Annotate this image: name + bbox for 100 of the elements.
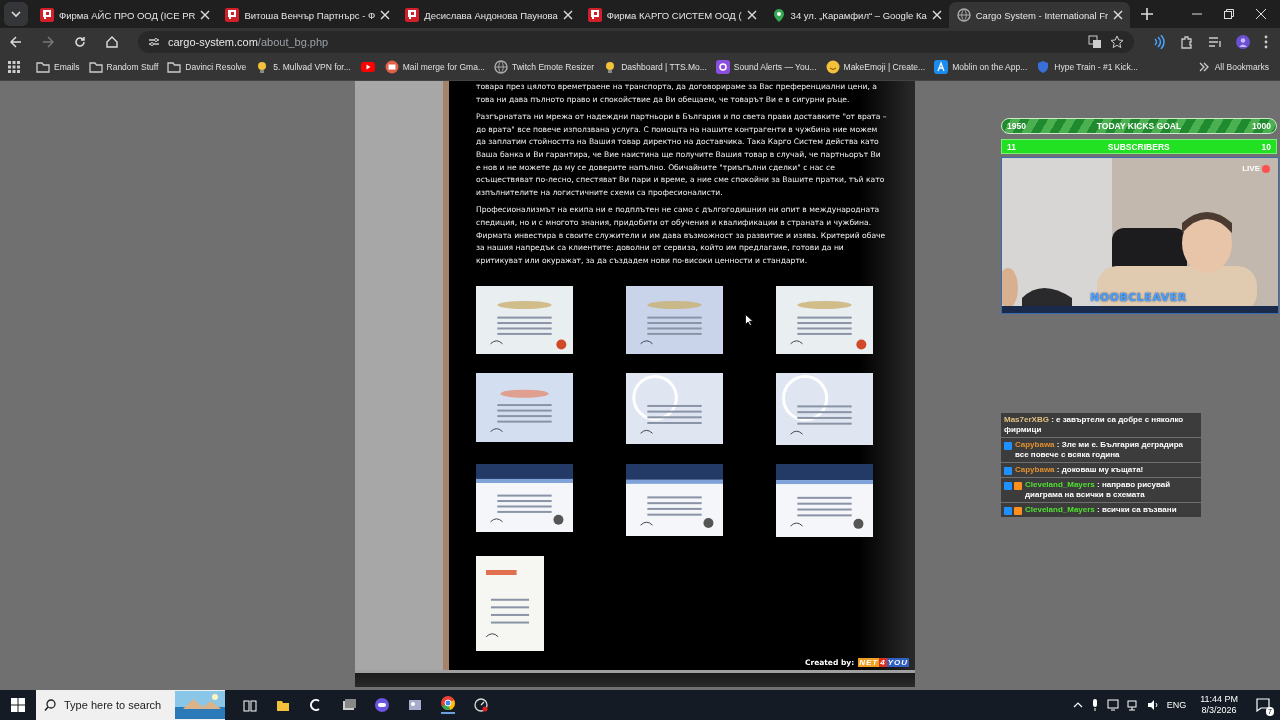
username[interactable]: Capybawa <box>1015 465 1055 474</box>
url-text: cargo-system.com/about_bg.php <box>168 36 329 48</box>
browser-tab[interactable]: Витоша Венчър Партнърс - Ф <box>217 2 398 28</box>
p-logo-icon <box>405 8 420 22</box>
browser-tab[interactable]: Фирма КАРГО СИСТЕМ ООД ( <box>579 2 764 28</box>
bookmark[interactable]: Emails <box>33 58 83 76</box>
chat-message: Capybawa : Зле ми е. България деградира все повече с всяка година <box>1015 440 1184 460</box>
site-info-icon <box>148 36 160 48</box>
bookmark[interactable]: Mail merge for Gma... <box>381 58 488 76</box>
goal-count: 1950 <box>1007 121 1026 131</box>
record-dot-icon <box>1262 164 1270 173</box>
logo-part[interactable]: 4 <box>879 658 887 667</box>
clock-date[interactable]: 8/3/2026 <box>1201 705 1237 716</box>
bookmark[interactable]: Twitch Emote Resizer <box>490 58 598 76</box>
tab-title: Витоша Венчър Партнърс - Ф <box>244 9 376 21</box>
bookmark[interactable]: Dashboard | TTS.Mo... <box>600 58 710 76</box>
close-icon[interactable] <box>200 10 211 20</box>
browser-tab[interactable]: 34 ул. „Карамфил“ – Google Ка <box>763 2 949 28</box>
username[interactable]: Cleveland_Mayers <box>1025 505 1095 514</box>
bookmark[interactable]: 5. Mullvad VPN for... <box>252 58 354 76</box>
language-indicator[interactable]: ENG <box>1166 700 1187 710</box>
address-bar[interactable]: cargo-system.com/about_bg.php <box>138 31 1134 53</box>
windows-start-icon[interactable] <box>11 698 25 712</box>
username[interactable]: Capybawa <box>1015 440 1055 449</box>
folder-icon[interactable] <box>276 698 290 712</box>
goal-title: SUBSCRIBERS <box>1106 141 1171 152</box>
goal-count: 10 <box>1261 141 1271 152</box>
p-logo-icon <box>225 8 240 22</box>
reload-icon[interactable] <box>74 36 86 48</box>
speedometer-icon[interactable] <box>474 698 488 712</box>
window-stack-icon[interactable] <box>342 698 356 712</box>
globe-icon <box>493 60 508 74</box>
chrome-icon[interactable] <box>441 696 455 714</box>
mail-icon <box>384 60 399 74</box>
more-icon[interactable] <box>1264 35 1268 49</box>
notification-icon[interactable] <box>1256 698 1270 712</box>
browser-tab[interactable]: Cargo System - International Fr <box>948 2 1131 28</box>
bookmark[interactable]: Sound Alerts — You... <box>712 58 820 76</box>
star-icon[interactable] <box>1110 35 1124 49</box>
bookmark[interactable]: Hype Train - #1 Kick... <box>1033 58 1141 76</box>
tab-title: Cargo System - International Fr <box>975 9 1109 21</box>
volume-icon[interactable] <box>1146 699 1159 711</box>
close-icon[interactable] <box>380 10 391 20</box>
search-icon <box>44 699 56 711</box>
play-icon[interactable] <box>360 60 375 74</box>
audio-icon[interactable] <box>1152 35 1166 49</box>
profile-avatar-icon[interactable] <box>1236 35 1250 49</box>
shield-icon <box>1036 60 1051 74</box>
logo-part[interactable]: YOU <box>886 658 909 667</box>
username[interactable]: Mas7erXBG <box>1004 415 1049 424</box>
translate-icon[interactable] <box>1088 35 1102 49</box>
tab-title: Фирма КАРГО СИСТЕМ ООД ( <box>606 9 742 21</box>
live-label: LIVE <box>1242 164 1260 173</box>
goal-count: 1000 <box>1252 121 1271 131</box>
close-icon[interactable] <box>1256 9 1266 19</box>
task-view-icon[interactable] <box>243 698 257 712</box>
chat-message: Mas7erXBG : е завъртели са добре с няколко фирмици <box>1004 415 1185 435</box>
extensions-icon[interactable] <box>1180 35 1194 49</box>
browser-tab[interactable]: Фирма АЙС ПРО ООД (ICE PR <box>32 2 218 28</box>
goal-count: 11 <box>1007 141 1016 152</box>
chevron-up-icon[interactable] <box>1072 700 1083 710</box>
back-icon[interactable] <box>10 36 22 48</box>
bookmark[interactable]: All Bookmarks <box>1211 60 1272 74</box>
clock-time[interactable]: 11:44 PM <box>1200 694 1238 705</box>
mouse-pointer-icon <box>745 314 753 326</box>
bookmark[interactable]: Davinci Resolve <box>164 58 250 76</box>
folder-icon <box>36 60 50 74</box>
badge-icon <box>1004 442 1012 450</box>
close-icon[interactable] <box>562 10 573 20</box>
microphone-icon[interactable] <box>1090 699 1099 711</box>
chevron-icon[interactable] <box>1198 62 1209 72</box>
search-field[interactable]: Type here to search <box>36 690 225 720</box>
bookmark[interactable]: MakeEmoji | Create... <box>822 58 929 76</box>
home-icon[interactable] <box>106 36 118 48</box>
goal-title: TODAY KICKS GOAL <box>1095 121 1183 131</box>
image-viewer-icon[interactable] <box>408 698 422 712</box>
close-icon[interactable] <box>1113 10 1124 20</box>
close-icon[interactable] <box>931 10 942 20</box>
apps-grid-icon[interactable] <box>8 61 20 73</box>
close-icon[interactable] <box>746 10 757 20</box>
media-icon[interactable] <box>1208 35 1222 49</box>
tab-title: 34 ул. „Карамфил“ – Google Ка <box>790 9 927 21</box>
new-tab-icon[interactable] <box>1140 7 1155 21</box>
network-icon[interactable] <box>1126 699 1139 711</box>
username[interactable]: Cleveland_Mayers <box>1025 480 1095 489</box>
bookmark[interactable]: Random Stuff <box>85 58 162 76</box>
chat-message: Capybawa : доковаш му къщата! <box>1015 465 1144 475</box>
restore-icon[interactable] <box>1224 9 1234 19</box>
map-pin-icon <box>771 8 786 22</box>
folder-icon <box>167 60 182 74</box>
bookmark[interactable]: Moblin on the App... <box>931 58 1031 76</box>
streamer-name: NOOBCLEAVER <box>1090 291 1187 304</box>
forward-icon[interactable] <box>42 36 54 48</box>
dropdown-icon[interactable] <box>4 2 28 26</box>
app-store-icon <box>934 60 949 74</box>
tab-title: Фирма АЙС ПРО ООД (ICE PR <box>59 9 196 21</box>
game-controller-icon[interactable] <box>375 698 389 712</box>
browser-tab[interactable]: Десислава Андонова Паунова <box>397 2 580 28</box>
display-icon[interactable] <box>1106 699 1119 711</box>
speaker-icon <box>715 60 730 74</box>
